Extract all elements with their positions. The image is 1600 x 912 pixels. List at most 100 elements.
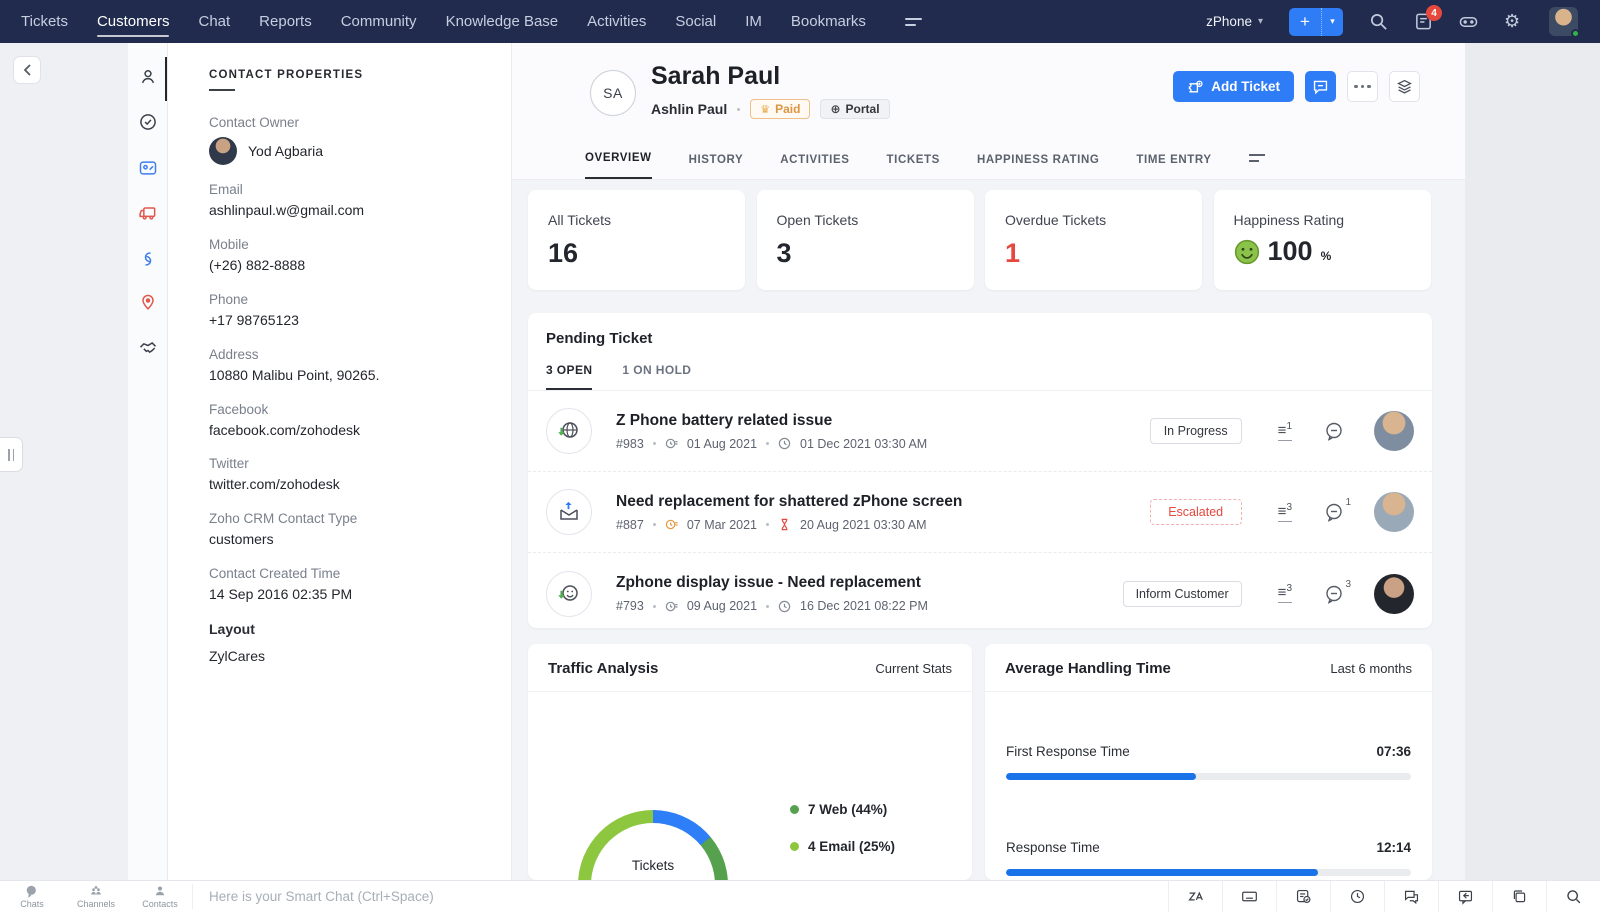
smart-chat-input[interactable] — [193, 881, 1168, 912]
plus-icon[interactable] — [1289, 7, 1322, 36]
nav-bookmarks[interactable]: Bookmarks — [791, 0, 866, 43]
copy-stack-icon[interactable] — [1492, 881, 1546, 912]
chats-icon — [26, 885, 36, 898]
legend-web[interactable]: 7 Web (44%) — [790, 802, 895, 817]
account-name[interactable]: Ashlin Paul — [651, 101, 727, 117]
add-ticket-button[interactable]: Add Ticket — [1173, 71, 1294, 102]
tab-on-hold-tickets[interactable]: 1 ON HOLD — [622, 363, 691, 390]
metric-value: 07:36 — [1376, 744, 1411, 759]
progress-fill — [1006, 773, 1197, 780]
ticket-row[interactable]: Need replacement for shattered zPhone sc… — [528, 472, 1432, 553]
approvals-icon[interactable] — [138, 112, 158, 132]
zia-icon[interactable] — [1168, 881, 1222, 912]
conversations-icon[interactable] — [1384, 881, 1438, 912]
contact-properties-icon[interactable] — [138, 67, 158, 87]
panel-drag-handle[interactable] — [0, 437, 23, 472]
ticket-row[interactable]: Z Phone battery related issue #983 01 Au… — [528, 391, 1432, 472]
chat-search-icon[interactable] — [1546, 881, 1600, 912]
nav-tickets[interactable]: Tickets — [21, 0, 68, 43]
field-value[interactable]: ZylCares — [209, 647, 491, 666]
department-selector[interactable]: zPhone — [1206, 14, 1263, 29]
id-card-icon[interactable] — [138, 158, 158, 178]
ticket-status-badge[interactable]: Escalated — [1149, 499, 1242, 525]
comment-count[interactable]: 3 — [1324, 579, 1351, 604]
caret-down-icon[interactable] — [1322, 8, 1343, 36]
ticket-title[interactable]: Z Phone battery related issue — [616, 412, 927, 430]
orders-truck-icon[interactable] — [138, 203, 158, 223]
chatbar-channels-tab[interactable]: Channels — [64, 881, 128, 912]
search-icon[interactable] — [1369, 12, 1388, 31]
user-avatar[interactable] — [1549, 7, 1580, 38]
nav-social[interactable]: Social — [675, 0, 716, 43]
task-note-icon[interactable] — [1276, 881, 1330, 912]
stat-open-tickets[interactable]: Open Tickets 3 — [756, 190, 974, 290]
field-value[interactable]: customers — [209, 530, 491, 549]
comment-count[interactable] — [1324, 421, 1344, 441]
tab-overview[interactable]: OVERVIEW — [585, 152, 652, 179]
quick-create-button[interactable] — [1289, 7, 1343, 36]
assignee-avatar[interactable] — [1374, 573, 1414, 614]
reply-chat-button[interactable] — [1305, 71, 1336, 102]
field-value[interactable]: facebook.com/zohodesk — [209, 421, 491, 440]
notifications-icon[interactable]: 4 — [1414, 5, 1442, 31]
assignee-avatar[interactable] — [1374, 411, 1414, 451]
field-value[interactable]: 14 Sep 2016 02:35 PM — [209, 585, 491, 604]
tab-happiness-rating[interactable]: HAPPINESS RATING — [977, 154, 1099, 179]
more-menu-icon[interactable] — [904, 15, 925, 29]
created-clock-icon — [665, 601, 678, 611]
nav-im[interactable]: IM — [745, 0, 762, 43]
tab-activities[interactable]: ACTIVITIES — [780, 154, 849, 179]
tab-open-tickets[interactable]: 3 OPEN — [546, 363, 593, 390]
handshake-icon[interactable] — [138, 338, 158, 358]
tab-history[interactable]: HISTORY — [689, 154, 744, 179]
tab-tickets[interactable]: TICKETS — [887, 154, 940, 179]
stat-happiness-rating[interactable]: Happiness Rating 100 % — [1213, 190, 1431, 290]
thread-count[interactable]: ≡3 — [1277, 584, 1292, 603]
ticket-title[interactable]: Need replacement for shattered zPhone sc… — [616, 493, 962, 511]
ticket-row[interactable]: Zphone display issue - Need replacement … — [528, 553, 1432, 634]
gear-icon[interactable] — [1504, 12, 1523, 31]
tab-time-entry[interactable]: TIME ENTRY — [1136, 154, 1211, 179]
stat-all-tickets[interactable]: All Tickets 16 — [528, 190, 745, 290]
ticket-status-badge[interactable]: Inform Customer — [1122, 580, 1242, 607]
tab-overflow-icon[interactable] — [1248, 154, 1267, 166]
field-value[interactable]: (+26) 882-8888 — [209, 256, 491, 275]
nav-reports[interactable]: Reports — [259, 0, 312, 43]
chatbar-contacts-tab[interactable]: Contacts — [128, 881, 192, 912]
field-value[interactable]: 10880 Malibu Point, 90265. — [209, 366, 491, 385]
smiley-icon — [1234, 239, 1259, 264]
ticket-title[interactable]: Zphone display issue - Need replacement — [616, 574, 928, 592]
more-actions-button[interactable] — [1347, 71, 1378, 102]
collapse-panel-button[interactable] — [13, 56, 41, 84]
keyboard-icon[interactable] — [1222, 881, 1276, 912]
assignee-avatar[interactable] — [1374, 492, 1414, 532]
game-controller-icon[interactable] — [1459, 12, 1478, 31]
traffic-range[interactable]: Current Stats — [875, 661, 952, 676]
thread-count[interactable]: ≡1 — [1277, 421, 1292, 441]
dot-separator — [737, 107, 741, 111]
comment-count[interactable]: 1 — [1324, 497, 1351, 522]
nav-activities[interactable]: Activities — [587, 0, 646, 43]
nav-customers[interactable]: Customers — [96, 0, 169, 43]
field-value[interactable]: ashlinpaul.w@gmail.com — [209, 201, 491, 220]
payments-icon[interactable] — [138, 249, 158, 269]
nav-community[interactable]: Community — [341, 0, 417, 43]
reply-inbox-icon[interactable] — [1438, 881, 1492, 912]
history-clock-icon[interactable] — [1330, 881, 1384, 912]
chatbar-chats-tab[interactable]: Chats — [0, 881, 64, 912]
aht-range[interactable]: Last 6 months — [1330, 661, 1412, 676]
web-channel-icon — [546, 408, 592, 454]
owner-name[interactable]: Yod Agbaria — [248, 143, 323, 159]
layout-layers-button[interactable] — [1389, 71, 1420, 102]
stat-overdue-tickets[interactable]: Overdue Tickets 1 — [985, 190, 1202, 290]
field-label: Contact Owner — [209, 115, 300, 130]
ticket-status-badge[interactable]: In Progress — [1149, 418, 1242, 444]
crown-icon — [760, 102, 770, 116]
field-value[interactable]: +17 98765123 — [209, 311, 491, 330]
nav-chat[interactable]: Chat — [198, 0, 230, 43]
legend-email[interactable]: 4 Email (25%) — [790, 839, 895, 854]
field-value[interactable]: twitter.com/zohodesk — [209, 475, 491, 494]
thread-count[interactable]: ≡3 — [1277, 502, 1292, 522]
location-pin-icon[interactable] — [138, 293, 158, 313]
nav-knowledge-base[interactable]: Knowledge Base — [446, 0, 559, 43]
